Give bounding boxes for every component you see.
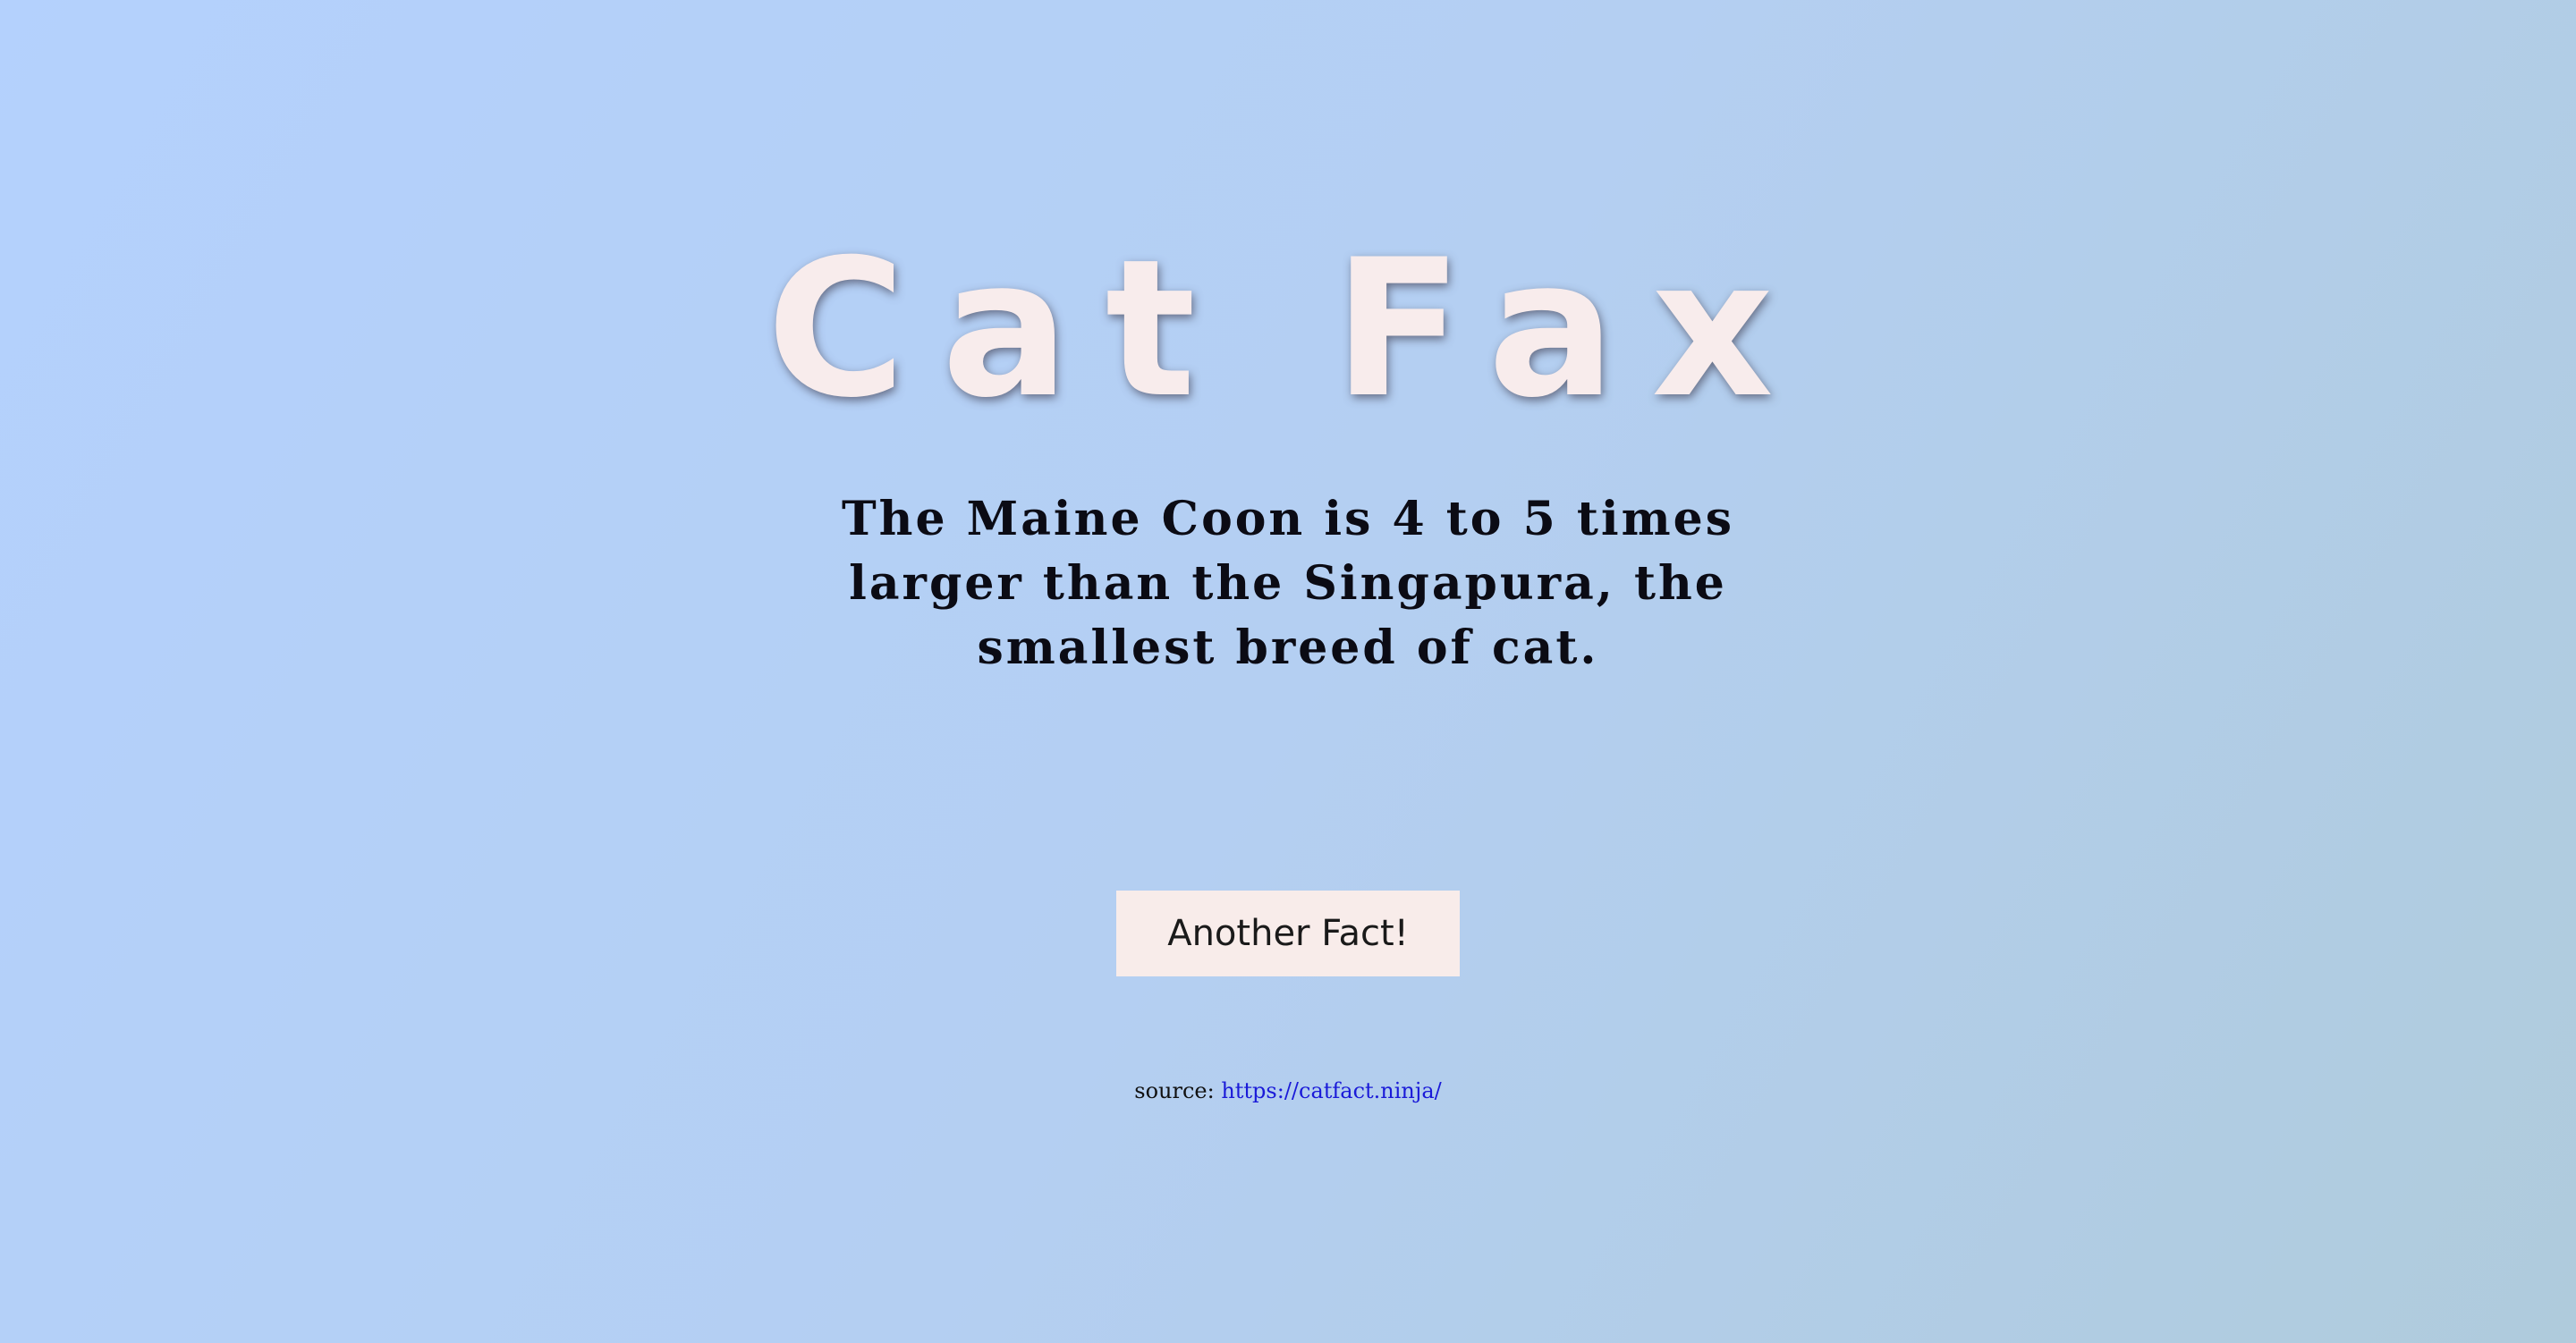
source-link[interactable]: https://catfact.ninja/ [1221,1078,1441,1103]
source-line: source: https://catfact.ninja/ [0,1078,2576,1103]
cat-fact-text: The Maine Coon is 4 to 5 times larger th… [841,492,1735,675]
page-title: Cat Fax [767,218,1809,439]
source-label: source: [1134,1078,1222,1103]
another-fact-button[interactable]: Another Fact! [1116,891,1460,976]
